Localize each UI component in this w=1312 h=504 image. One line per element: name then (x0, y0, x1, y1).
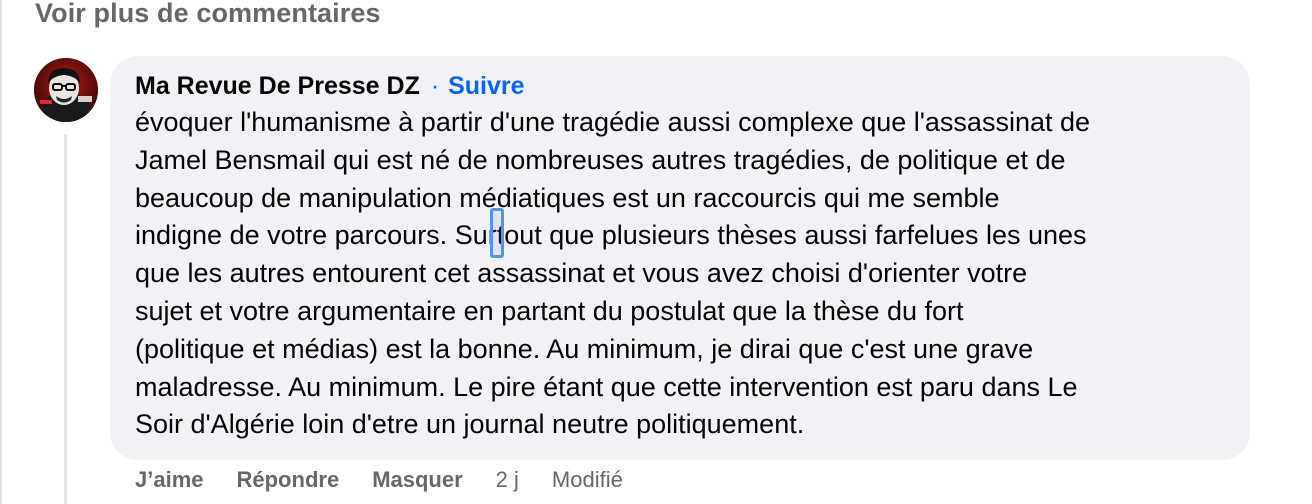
comment-author-name[interactable]: Ma Revue De Presse DZ (135, 72, 420, 100)
follow-button[interactable]: Suivre (448, 72, 524, 100)
comment-text-line: maladresse. Au minimum. Le pire étant qu… (135, 371, 1078, 402)
text-selection-caret (490, 208, 504, 258)
panel-border (0, 0, 2, 504)
hide-button[interactable]: Masquer (372, 467, 462, 493)
comment-text-line: indigne de votre parcours. Surtout que p… (135, 220, 1087, 251)
separator-dot: · (430, 72, 440, 100)
comment-text-line: Soir d'Algérie loin d'etre un journal ne… (135, 409, 805, 440)
comment-text-line: (politique et médias) est la bonne. Au m… (135, 333, 1034, 364)
comment-header: Ma Revue De Presse DZ · Suivre (135, 70, 525, 102)
like-button[interactable]: J’aime (135, 467, 204, 493)
comment-timestamp[interactable]: 2 j (496, 467, 519, 493)
profile-avatar-icon (34, 58, 98, 122)
reply-button[interactable]: Répondre (237, 467, 340, 493)
reply-thread-line (64, 134, 67, 504)
edited-label[interactable]: Modifié (552, 467, 623, 493)
comment-text-line: évoquer l'humanisme à partir d'une tragé… (135, 107, 1091, 137)
comment-thread-page: Voir plus de commentaires Ma Revue De Pr… (0, 0, 1312, 504)
comment-text-line: que les autres entourent cet assassinat … (135, 258, 1028, 289)
comment-text-line: sujet et votre argumentaire en partant d… (135, 295, 964, 326)
comment-text-line: Jamel Bensmail qui est né de nombreuses … (135, 144, 1066, 175)
author-avatar[interactable] (34, 58, 98, 122)
view-more-comments-link[interactable]: Voir plus de commentaires (35, 0, 381, 29)
comment-text-line: beaucoup de manipulation médiatiques est… (135, 182, 1000, 213)
comment-actions: J’aime Répondre Masquer 2 j Modifié (135, 464, 623, 496)
comment-text: évoquer l'humanisme à partir d'une tragé… (135, 104, 1235, 444)
